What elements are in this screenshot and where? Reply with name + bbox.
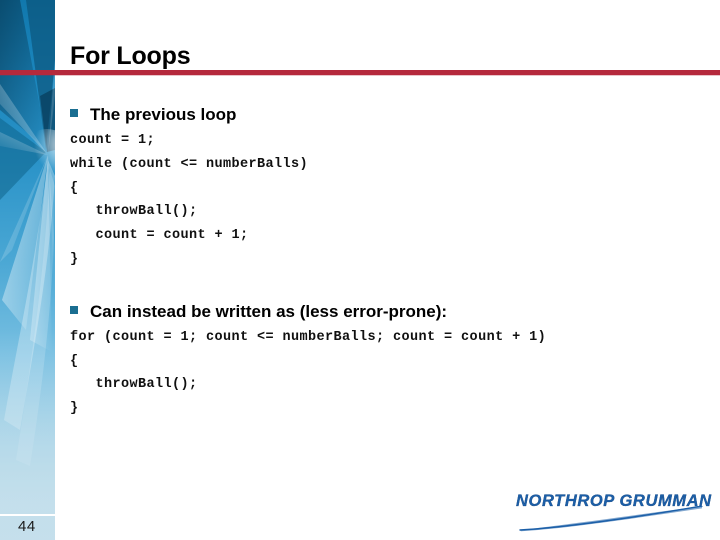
decorative-sidebar: 44	[0, 0, 55, 540]
slide-body: The previous loop count = 1; while (coun…	[55, 76, 720, 540]
page-number: 44	[18, 518, 36, 535]
code-line: {	[70, 181, 79, 196]
code-line: }	[70, 252, 79, 267]
logo-swoosh-icon	[519, 506, 703, 532]
bullet-item-previous-loop: The previous loop	[70, 105, 236, 125]
square-bullet-icon	[70, 109, 78, 117]
bullet-heading: Can instead be written as (less error-pr…	[90, 302, 448, 321]
sidebar-divider	[0, 514, 55, 516]
code-line: {	[70, 354, 79, 369]
slide: 44 For Loops The previous loop count = 1…	[0, 0, 720, 540]
code-line: for (count = 1; count <= numberBalls; co…	[70, 330, 547, 345]
code-line: count = count + 1;	[70, 228, 249, 243]
code-line: while (count <= numberBalls)	[70, 157, 309, 172]
square-bullet-icon	[70, 306, 78, 314]
page-title: For Loops	[70, 42, 191, 70]
code-line: }	[70, 401, 79, 416]
code-line: throwBall();	[70, 204, 198, 219]
code-line: count = 1;	[70, 133, 156, 148]
code-line: throwBall();	[70, 377, 198, 392]
sidebar-ray-artwork	[0, 0, 55, 540]
northrop-grumman-logo: NORTHROP GRUMMAN	[516, 492, 716, 532]
bullet-heading: The previous loop	[90, 105, 237, 124]
bullet-item-for-loop: Can instead be written as (less error-pr…	[70, 302, 447, 322]
